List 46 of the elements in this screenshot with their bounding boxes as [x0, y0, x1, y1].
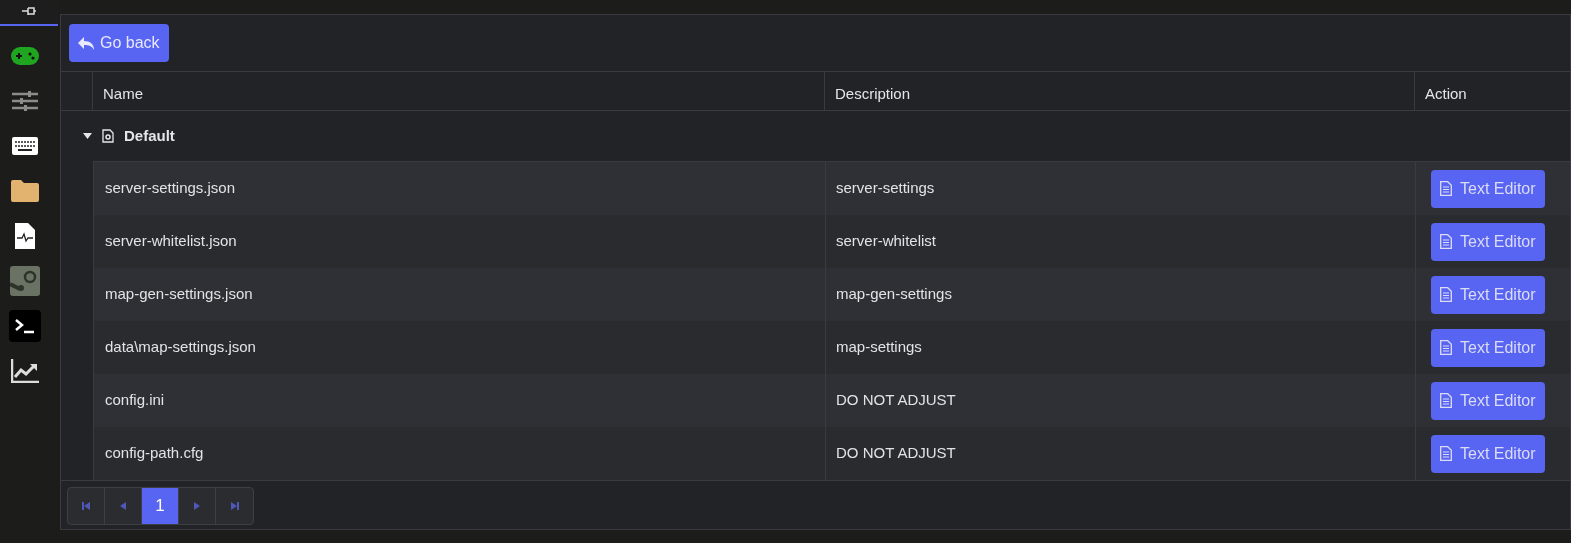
keyboard-icon[interactable]	[12, 136, 38, 155]
go-back-button[interactable]: Go back	[69, 24, 169, 62]
text-editor-button[interactable]: Text Editor	[1431, 275, 1545, 314]
file-pulse-icon[interactable]	[15, 222, 35, 249]
document-icon	[1440, 234, 1452, 249]
text-editor-button[interactable]: Text Editor	[1431, 328, 1545, 367]
last-page-icon	[229, 501, 240, 511]
first-page-icon	[81, 501, 91, 511]
document-icon	[1440, 446, 1452, 461]
table-cell-text: server-settings	[836, 178, 935, 199]
previous-page-icon	[118, 501, 128, 511]
next-page-icon	[192, 501, 202, 511]
text-editor-button[interactable]: Text Editor	[1431, 434, 1545, 473]
gamepad-icon[interactable]	[11, 46, 39, 65]
page-button[interactable]: 1	[142, 488, 179, 524]
table-cell-text: server-whitelist	[836, 231, 937, 252]
steam-icon[interactable]	[10, 265, 40, 296]
table-cell-text: config-path.cfg	[105, 443, 204, 464]
column-header[interactable]: Name	[103, 82, 143, 105]
caret-down-icon[interactable]	[83, 131, 92, 141]
table-cell-text: data\map-settings.json	[105, 337, 256, 358]
table-cell-text: config.ini	[105, 390, 165, 411]
document-icon	[1440, 287, 1452, 302]
table-cell-text: server-settings.json	[105, 178, 236, 199]
table-cell-text: DO NOT ADJUST	[836, 390, 956, 411]
group-label: Default	[124, 125, 175, 146]
column-header[interactable]: Description	[835, 82, 911, 105]
settings-file-icon	[102, 129, 114, 143]
reply-arrow-icon	[78, 36, 94, 50]
table-cell-text: server-whitelist.json	[105, 231, 237, 252]
table-cell-text: map-settings	[836, 337, 922, 358]
document-icon	[1440, 393, 1452, 408]
text-editor-button[interactable]: Text Editor	[1431, 381, 1545, 420]
text-editor-button[interactable]: Text Editor	[1431, 222, 1545, 261]
table-cell-text: map-gen-settings.json	[105, 284, 253, 305]
sliders-icon[interactable]	[12, 90, 38, 111]
pin-icon[interactable]	[22, 7, 36, 17]
column-header[interactable]: Action	[1425, 82, 1467, 105]
document-icon	[1440, 340, 1452, 355]
table-cell-text: map-gen-settings	[836, 284, 952, 305]
folder-icon[interactable]	[11, 179, 39, 202]
table-cell-text: DO NOT ADJUST	[836, 443, 956, 464]
terminal-icon[interactable]	[9, 309, 41, 342]
text-editor-button[interactable]: Text Editor	[1431, 169, 1545, 208]
chart-icon[interactable]	[11, 358, 39, 383]
document-icon	[1440, 181, 1452, 196]
